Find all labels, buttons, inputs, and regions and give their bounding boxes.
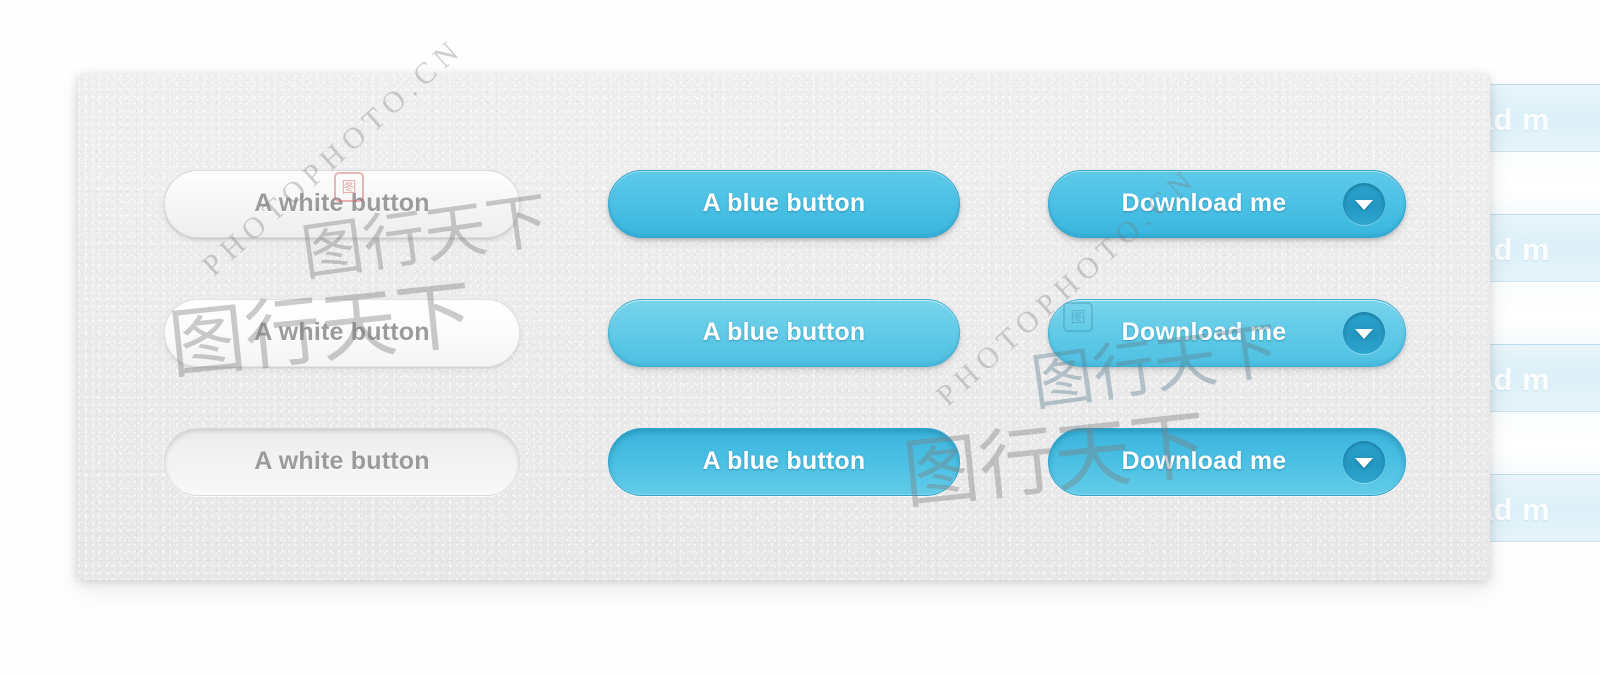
white-button-normal[interactable]: A white button	[164, 170, 520, 238]
white-button-hover[interactable]: A white button	[164, 299, 520, 367]
blue-button-hover[interactable]: A blue button	[608, 299, 960, 367]
button-grid: A white button A blue button Download me…	[78, 74, 1490, 580]
cell-blue-hover: A blue button	[608, 299, 960, 367]
download-button-hover[interactable]: Download me	[1048, 299, 1406, 367]
chevron-down-icon[interactable]	[1343, 183, 1385, 225]
cell-blue-pressed: A blue button	[608, 428, 960, 496]
chevron-down-icon[interactable]	[1343, 312, 1385, 354]
cell-download-normal: Download me	[1048, 170, 1406, 238]
ghost-gap	[1490, 412, 1600, 474]
cell-white-normal: A white button	[164, 170, 520, 238]
download-button-normal[interactable]: Download me	[1048, 170, 1406, 238]
button-showcase-panel: A white button A blue button Download me…	[78, 74, 1490, 580]
screenshot-stage: ad m ad m ad m ad m A white button A blu…	[0, 0, 1600, 676]
background-duplicate-strip: ad m ad m ad m ad m	[1490, 84, 1600, 564]
ghost-band-text: ad m	[1490, 362, 1550, 397]
chevron-down-icon[interactable]	[1343, 441, 1385, 483]
download-button-label: Download me	[1121, 446, 1287, 475]
ghost-band-text: ad m	[1490, 102, 1550, 137]
download-button-label: Download me	[1121, 317, 1287, 346]
white-button-pressed[interactable]: A white button	[164, 428, 520, 496]
blue-button-label: A blue button	[702, 446, 866, 475]
caret-glyph	[1355, 329, 1373, 339]
blue-button-pressed[interactable]: A blue button	[608, 428, 960, 496]
cell-download-hover: Download me	[1048, 299, 1406, 367]
ghost-gap	[1490, 282, 1600, 344]
ghost-band: ad m	[1490, 214, 1600, 282]
ghost-band-text: ad m	[1490, 492, 1550, 527]
download-button-pressed[interactable]: Download me	[1048, 428, 1406, 496]
caret-glyph	[1355, 458, 1373, 468]
cell-white-hover: A white button	[164, 299, 520, 367]
ghost-gap	[1490, 152, 1600, 214]
blue-button-label: A blue button	[702, 188, 866, 217]
cell-download-pressed: Download me	[1048, 428, 1406, 496]
cell-white-pressed: A white button	[164, 428, 520, 496]
cell-blue-normal: A blue button	[608, 170, 960, 238]
white-button-label: A white button	[254, 317, 430, 346]
white-button-label: A white button	[254, 188, 430, 217]
ghost-band: ad m	[1490, 474, 1600, 542]
white-button-label: A white button	[254, 446, 430, 475]
blue-button-label: A blue button	[702, 317, 866, 346]
blue-button-normal[interactable]: A blue button	[608, 170, 960, 238]
ghost-band: ad m	[1490, 84, 1600, 152]
download-button-label: Download me	[1121, 188, 1287, 217]
ghost-band-text: ad m	[1490, 232, 1550, 267]
ghost-band: ad m	[1490, 344, 1600, 412]
caret-glyph	[1355, 200, 1373, 210]
